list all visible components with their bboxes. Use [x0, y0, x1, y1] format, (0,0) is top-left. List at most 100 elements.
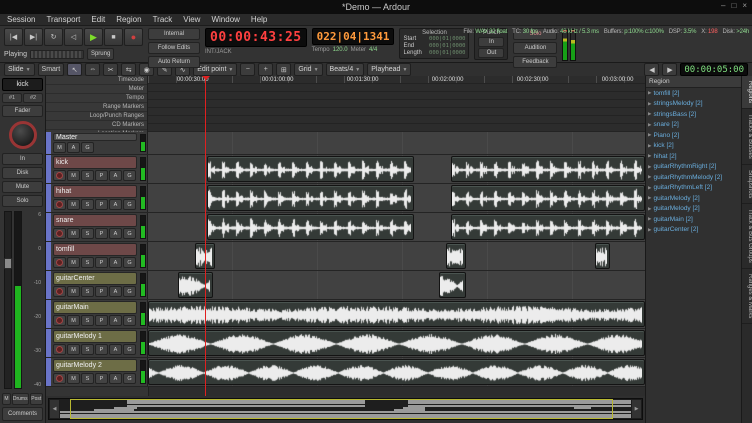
- close-icon[interactable]: ×: [742, 1, 747, 10]
- solo-button[interactable]: S: [81, 257, 94, 268]
- track-header-kick[interactable]: kick M S P A G: [46, 155, 148, 183]
- play-button[interactable]: ▶: [84, 28, 103, 46]
- solo-button[interactable]: S: [81, 199, 94, 210]
- goto-start-button[interactable]: |◀: [4, 28, 23, 46]
- metering-button[interactable]: M: [2, 393, 11, 405]
- group-button[interactable]: G: [123, 170, 136, 181]
- playlist-button[interactable]: P: [95, 257, 108, 268]
- track-header-guitarmelody2[interactable]: guitarMelody 2 M S P A G: [46, 358, 148, 386]
- mute-button[interactable]: M: [67, 315, 80, 326]
- track-lane-snare[interactable]: [148, 213, 645, 241]
- menu-track[interactable]: Track: [153, 15, 173, 24]
- nudge-forward-button[interactable]: ▶: [662, 63, 677, 76]
- gain-fader[interactable]: [4, 211, 12, 389]
- playhead[interactable]: [205, 76, 206, 396]
- meter-ruler[interactable]: [148, 84, 645, 92]
- region-list-item[interactable]: ▶stringsBass [2]: [646, 109, 741, 120]
- selection-end-value[interactable]: 000|01|0000: [429, 43, 465, 50]
- track-name-button[interactable]: tomfill: [53, 243, 137, 256]
- playlist-button[interactable]: P: [95, 344, 108, 355]
- track-name-button[interactable]: guitarMelody 1: [53, 330, 137, 343]
- track-lane-master[interactable]: [148, 132, 645, 154]
- disclosure-icon[interactable]: ▶: [648, 164, 651, 170]
- ruler-label-timecode[interactable]: Timecode: [46, 76, 147, 85]
- punch-in-button[interactable]: In: [478, 37, 504, 47]
- playlist-button[interactable]: P: [95, 286, 108, 297]
- ruler-label-cd-markers[interactable]: CD Markers: [46, 121, 147, 130]
- snap-mode-combo[interactable]: Grid ▼: [294, 63, 322, 76]
- automation-button[interactable]: A: [67, 142, 80, 153]
- region-list-item[interactable]: ▶guitarRhythmMelody [2]: [646, 172, 741, 183]
- stop-button[interactable]: ■: [104, 28, 123, 46]
- mute-button[interactable]: M: [67, 170, 80, 181]
- solo-button[interactable]: Solo: [2, 195, 43, 207]
- strip-input-2[interactable]: #2: [23, 93, 43, 103]
- automation-button[interactable]: A: [109, 170, 122, 181]
- disclosure-icon[interactable]: ▶: [648, 174, 651, 180]
- disclosure-icon[interactable]: ▶: [648, 227, 651, 233]
- menu-help[interactable]: Help: [251, 15, 267, 24]
- region-list-item[interactable]: ▶guitarMain [2]: [646, 214, 741, 225]
- range-tool-button[interactable]: ⇔: [85, 63, 100, 76]
- automation-button[interactable]: A: [109, 228, 122, 239]
- track-name-button[interactable]: hihat: [53, 185, 137, 198]
- regions-panel-header[interactable]: Region: [646, 76, 741, 88]
- playlist-button[interactable]: P: [95, 199, 108, 210]
- audio-region[interactable]: [446, 243, 466, 269]
- zoom-in-button[interactable]: +: [258, 63, 273, 76]
- goto-end-button[interactable]: ▶|: [24, 28, 43, 46]
- track-header-guitarmelody1[interactable]: guitarMelody 1 M S P A G: [46, 329, 148, 357]
- mute-button[interactable]: M: [67, 257, 80, 268]
- automation-button[interactable]: A: [109, 199, 122, 210]
- group-button[interactable]: G: [123, 344, 136, 355]
- selection-length-value[interactable]: 000|01|0000: [429, 50, 465, 57]
- disclosure-icon[interactable]: ▶: [648, 195, 651, 201]
- mute-button[interactable]: M: [67, 286, 80, 297]
- record-button[interactable]: ●: [124, 28, 143, 46]
- region-list-item[interactable]: ▶guitarMelody [2]: [646, 204, 741, 215]
- meter-point-button[interactable]: Post: [30, 393, 43, 405]
- disclosure-icon[interactable]: ▶: [648, 216, 651, 222]
- mute-button[interactable]: M: [67, 344, 80, 355]
- audio-region[interactable]: [451, 214, 645, 240]
- primary-clock[interactable]: 00:00:43:25: [205, 28, 307, 47]
- tempo-ruler[interactable]: [148, 92, 645, 100]
- audio-region[interactable]: [148, 301, 645, 327]
- menu-edit[interactable]: Edit: [91, 15, 105, 24]
- solo-button[interactable]: S: [81, 170, 94, 181]
- cut-tool-button[interactable]: ✂: [103, 63, 118, 76]
- region-list-item[interactable]: ▶hihat [2]: [646, 151, 741, 162]
- record-arm-button[interactable]: [53, 199, 66, 210]
- solo-button[interactable]: S: [81, 228, 94, 239]
- strip-input-1[interactable]: #1: [2, 93, 22, 103]
- automation-button[interactable]: A: [109, 344, 122, 355]
- trim-knob[interactable]: [9, 121, 37, 149]
- track-lane-guitarmain[interactable]: [148, 300, 645, 328]
- group-button[interactable]: G: [123, 257, 136, 268]
- punch-out-button[interactable]: Out: [478, 48, 504, 58]
- tab-snapshots[interactable]: Snapshots: [742, 165, 752, 204]
- zoom-out-button[interactable]: −: [240, 63, 255, 76]
- cd-markers-ruler[interactable]: [148, 116, 645, 124]
- grid-unit-combo[interactable]: Beats/4 ▼: [326, 63, 365, 76]
- disclosure-icon[interactable]: ▶: [648, 101, 651, 107]
- track-lane-kick[interactable]: [148, 155, 645, 183]
- ruler-label-loop-punch[interactable]: Loop/Punch Ranges: [46, 112, 147, 121]
- menu-transport[interactable]: Transport: [46, 15, 80, 24]
- mute-button[interactable]: M: [67, 373, 80, 384]
- record-arm-button[interactable]: [53, 257, 66, 268]
- group-button[interactable]: G: [123, 228, 136, 239]
- audio-region[interactable]: [148, 359, 645, 385]
- group-button[interactable]: G: [123, 315, 136, 326]
- record-arm-button[interactable]: [53, 344, 66, 355]
- ruler-label-tempo[interactable]: Tempo: [46, 94, 147, 103]
- region-list-item[interactable]: ▶stringsMelody [2]: [646, 99, 741, 110]
- stretch-tool-button[interactable]: ⇆: [121, 63, 136, 76]
- region-list-item[interactable]: ▶guitarMelody [2]: [646, 193, 741, 204]
- playlist-button[interactable]: P: [95, 315, 108, 326]
- region-list-item[interactable]: ▶tomfill [2]: [646, 88, 741, 99]
- automation-button[interactable]: A: [109, 286, 122, 297]
- solo-button[interactable]: S: [81, 373, 94, 384]
- solo-button[interactable]: S: [81, 286, 94, 297]
- track-header-hihat[interactable]: hihat M S P A G: [46, 184, 148, 212]
